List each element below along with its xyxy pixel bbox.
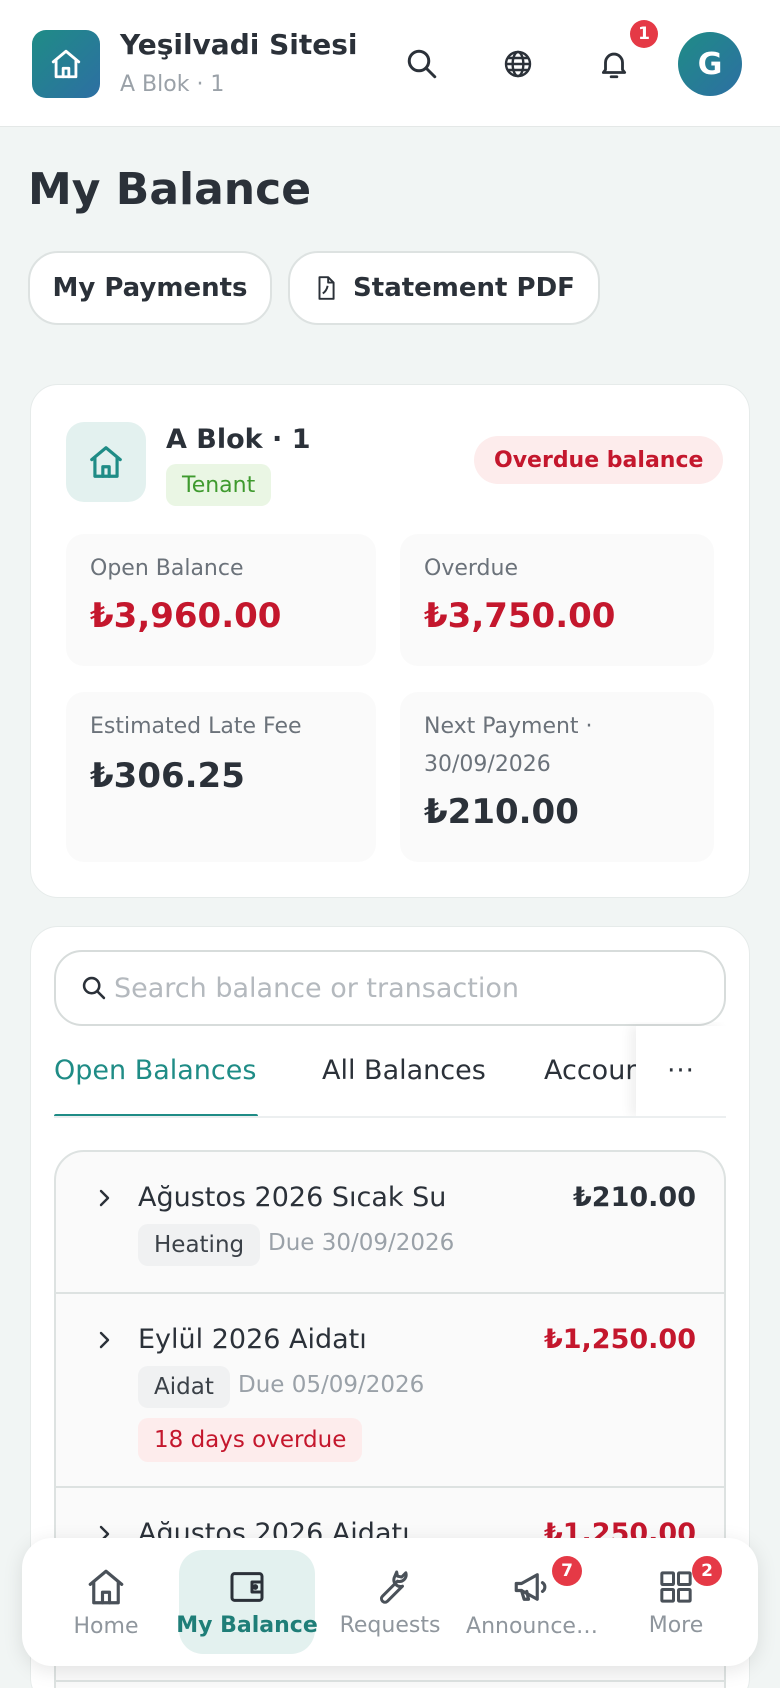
page-title: My Balance: [28, 164, 312, 215]
search-field[interactable]: [54, 950, 726, 1026]
search-button[interactable]: [398, 40, 446, 88]
stat-overdue: Overdue ₺3,750.00: [400, 534, 714, 666]
wallet-icon: [230, 1571, 264, 1602]
avatar[interactable]: G: [678, 32, 742, 96]
more-badge: 2: [692, 1556, 722, 1586]
my-payments-button[interactable]: My Payments: [28, 251, 272, 325]
due-date: Due 05/09/2026: [238, 1372, 425, 1398]
bottom-navigation: Home My Balance Requests Announce… 7 Mor…: [22, 1538, 758, 1666]
pdf-file-icon: [318, 276, 335, 300]
notification-badge: 1: [630, 20, 658, 48]
globe-icon: [504, 50, 532, 78]
stat-label: Next Payment · 30/09/2026: [424, 714, 593, 777]
stat-label: Estimated Late Fee: [90, 714, 302, 739]
stat-label: Open Balance: [90, 556, 244, 581]
status-badge: Overdue balance: [474, 436, 724, 484]
category-badge: Aidat: [138, 1366, 230, 1408]
balance-tabs: Open Balances All Balances Account State…: [54, 1022, 726, 1118]
stat-label: Overdue: [424, 556, 518, 581]
unit-icon-tile: [66, 422, 146, 502]
stat-next-payment: Next Payment · 30/09/2026 ₺210.00: [400, 692, 714, 862]
tab-all-balances[interactable]: All Balances: [322, 1022, 486, 1116]
balance-amount: ₺1,250.00: [543, 1324, 696, 1355]
list-item[interactable]: Eylül 2026 Aidatı ₺1,250.00 Aidat Due 05…: [56, 1294, 724, 1488]
nav-label: Announce…: [466, 1613, 598, 1639]
nav-more[interactable]: More: [608, 1550, 744, 1654]
category-badge: Heating: [138, 1224, 261, 1266]
home-icon: [88, 1569, 124, 1604]
search-icon: [82, 976, 106, 1000]
site-name: Yeşilvadi Sitesi: [120, 28, 358, 61]
tab-open-balances[interactable]: Open Balances: [54, 1022, 256, 1116]
site-unit: A Blok · 1: [120, 72, 225, 97]
nav-my-balance[interactable]: My Balance: [176, 1550, 318, 1654]
due-date: Due 30/09/2026: [268, 1230, 455, 1256]
nav-label: Requests: [339, 1612, 441, 1638]
stat-value: ₺210.00: [424, 792, 579, 832]
bell-icon: [601, 52, 627, 79]
balance-amount: ₺210.00: [573, 1182, 696, 1213]
app-header: Yeşilvadi Sitesi A Blok · 1 1 G: [0, 0, 780, 127]
balance-title: Eylül 2026 Aidatı: [138, 1324, 367, 1355]
my-payments-label: My Payments: [52, 273, 248, 303]
chevron-right-icon[interactable]: [92, 1186, 116, 1210]
nav-label: Home: [73, 1613, 139, 1639]
wrench-icon: [379, 1570, 408, 1604]
unit-name: A Blok · 1: [166, 424, 311, 455]
megaphone-icon: [514, 1572, 547, 1601]
statement-pdf-button[interactable]: Statement PDF: [288, 251, 600, 325]
notifications-button[interactable]: [590, 40, 638, 88]
stat-value: ₺306.25: [90, 756, 245, 796]
balance-title: Ağustos 2026 Sıcak Su: [138, 1182, 447, 1213]
statement-pdf-label: Statement PDF: [353, 273, 575, 303]
grid-icon: [660, 1570, 692, 1603]
announcements-badge: 7: [552, 1556, 582, 1586]
tabs-more-button[interactable]: ···: [636, 1026, 726, 1116]
nav-home[interactable]: Home: [38, 1550, 174, 1654]
list-item[interactable]: Ağustos 2026 Sıcak Su ₺210.00 Heating Du…: [56, 1152, 724, 1294]
home-icon: [90, 446, 122, 478]
nav-label: My Balance: [176, 1612, 318, 1638]
search-icon: [407, 49, 437, 79]
stat-value: ₺3,960.00: [90, 596, 282, 636]
chevron-right-icon[interactable]: [92, 1328, 116, 1352]
overdue-days-badge: 18 days overdue: [138, 1418, 363, 1462]
active-tab-indicator: [54, 1114, 258, 1116]
language-button[interactable]: [494, 40, 542, 88]
stat-value: ₺3,750.00: [424, 596, 616, 636]
search-input[interactable]: [114, 966, 704, 1010]
role-badge: Tenant: [166, 464, 272, 506]
nav-requests[interactable]: Requests: [322, 1550, 458, 1654]
stat-late-fee: Estimated Late Fee ₺306.25: [66, 692, 376, 862]
home-icon: [51, 49, 81, 79]
stat-open-balance: Open Balance ₺3,960.00: [66, 534, 376, 666]
site-logo[interactable]: [32, 30, 100, 98]
nav-label: More: [648, 1612, 704, 1638]
